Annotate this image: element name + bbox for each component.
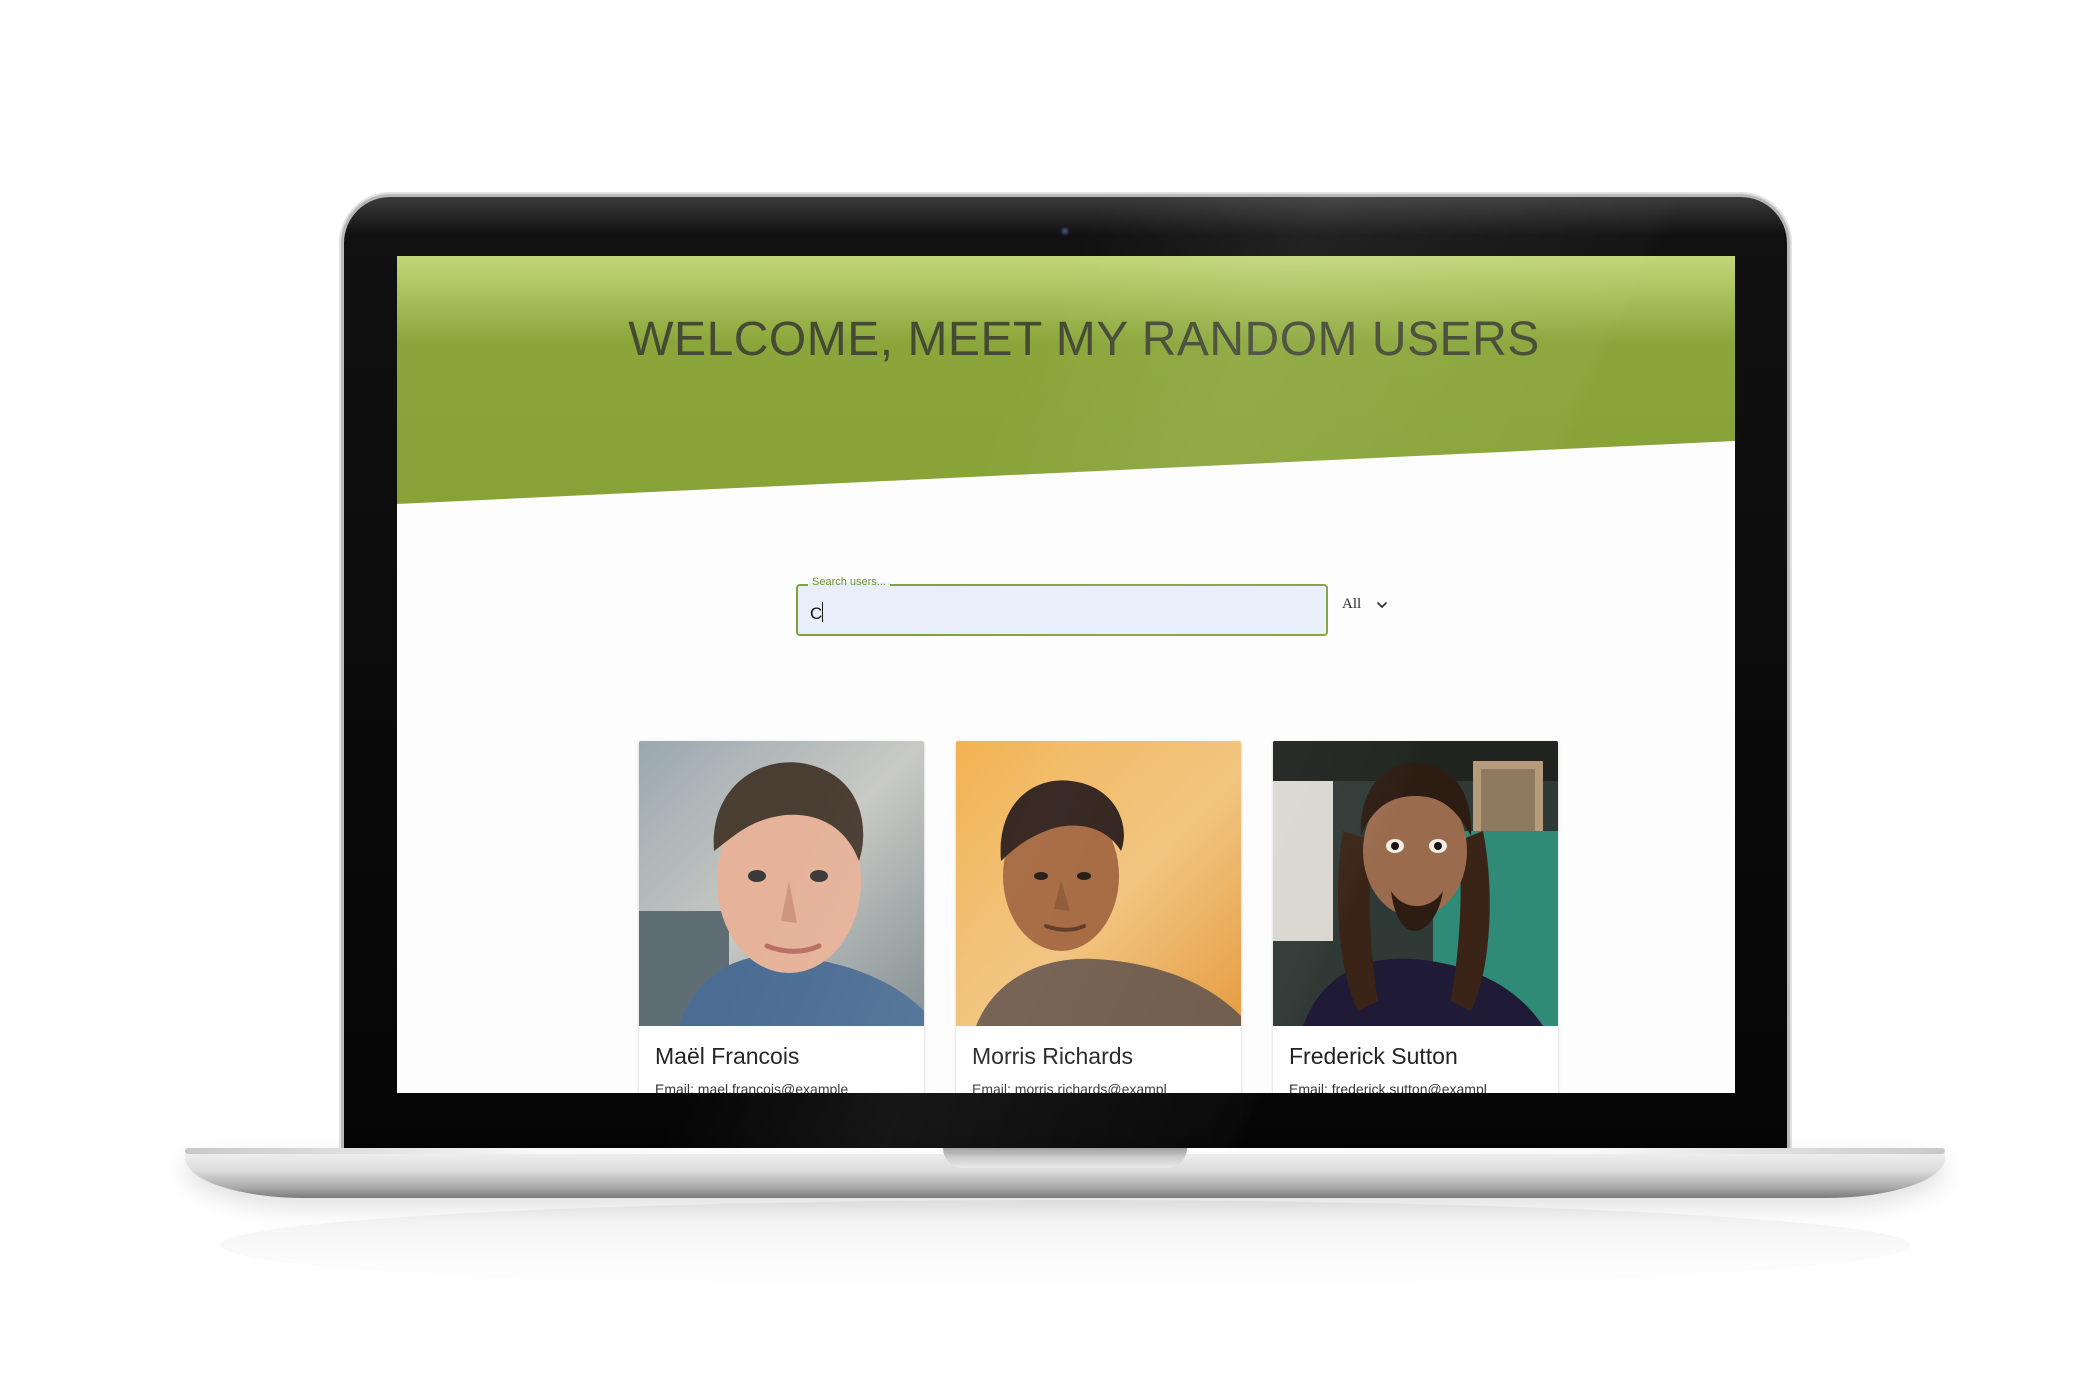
hero-banner bbox=[397, 256, 1735, 504]
user-card[interactable]: Frederick Sutton Email: frederick.sutton… bbox=[1273, 741, 1558, 1093]
page-title: WELCOME, MEET MY RANDOM USERS bbox=[628, 313, 1540, 366]
laptop-mockup: WELCOME, MEET MY RANDOM USERS Search use… bbox=[0, 0, 2100, 1400]
user-email: Email: morris.richards@exampl bbox=[972, 1081, 1167, 1093]
user-name: Maël Francois bbox=[655, 1043, 800, 1069]
user-card[interactable]: Maël Francois Email: mael.francois@examp… bbox=[639, 741, 924, 1093]
filter-selected-value: All bbox=[1342, 596, 1362, 612]
search-input[interactable] bbox=[798, 586, 1326, 634]
user-photo bbox=[1273, 741, 1558, 1026]
user-name: Morris Richards bbox=[972, 1043, 1134, 1069]
laptop-shadow bbox=[220, 1200, 1910, 1290]
user-photo bbox=[956, 741, 1241, 1026]
user-photo bbox=[639, 741, 924, 1026]
browser-viewport: WELCOME, MEET MY RANDOM USERS Search use… bbox=[397, 256, 1735, 1093]
user-email: Email: mael.francois@example bbox=[655, 1081, 849, 1093]
camera-icon bbox=[1060, 226, 1070, 236]
laptop-notch bbox=[943, 1148, 1187, 1168]
user-card[interactable]: Morris Richards Email: morris.richards@e… bbox=[956, 741, 1241, 1093]
chevron-down-icon bbox=[1377, 601, 1387, 608]
filter-dropdown[interactable]: All bbox=[1342, 596, 1389, 613]
user-card-grid: Maël Francois Email: mael.francois@examp… bbox=[639, 741, 1569, 1093]
search-field[interactable]: Search users... bbox=[796, 576, 1328, 636]
text-caret bbox=[822, 602, 823, 622]
user-email: Email: frederick.sutton@exampl bbox=[1289, 1081, 1487, 1093]
user-name: Frederick Sutton bbox=[1289, 1043, 1458, 1069]
